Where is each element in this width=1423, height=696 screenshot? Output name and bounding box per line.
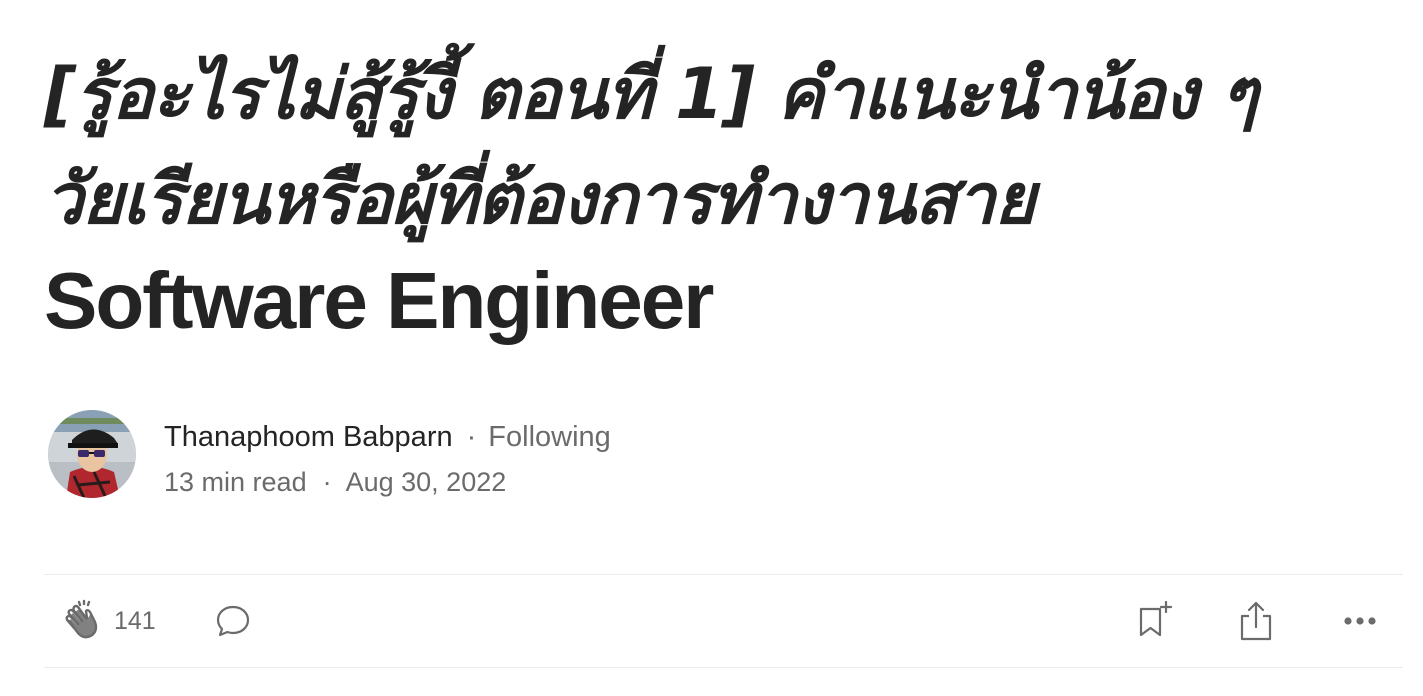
read-time: 13 min read [164,467,307,497]
author-meta: Thanaphoom Babparn · Following 13 min read… [164,418,611,500]
article-action-bar: 141 [44,575,1403,667]
share-icon [1237,599,1275,643]
author-line: Thanaphoom Babparn · Following [164,418,611,456]
more-icon [1342,615,1378,627]
bookmark-add-icon [1135,599,1175,643]
title-english-line: Software Engineer [44,256,714,345]
title-thai-line-1: [รู้อะไรไม่สู้รู้งี้ ตอนที่ 1] คำแนะนำน้… [44,53,1258,135]
author-name-link[interactable]: Thanaphoom Babparn [164,421,453,453]
avatar-image [48,410,136,498]
author-avatar[interactable] [48,410,136,498]
clap-count: 141 [114,606,156,635]
author-block: Thanaphoom Babparn · Following 13 min read… [48,410,948,500]
publish-date: Aug 30, 2022 [345,467,507,497]
read-info-line: 13 min read · Aug 30, 2022 [164,464,611,500]
comment-icon [214,602,252,640]
share-button[interactable] [1237,575,1275,667]
following-button[interactable]: Following [488,421,611,453]
more-options-button[interactable] [1342,575,1378,667]
save-bookmark-button[interactable] [1135,575,1175,667]
divider-bottom [44,667,1403,668]
clap-icon [62,599,102,643]
title-thai-line-2: วัยเรียนหรือผู้ที่ต้องการทำงานสาย [44,158,1035,240]
comment-button[interactable] [214,575,252,667]
clap-button[interactable]: 141 [62,575,156,667]
separator-dot: · [466,421,477,453]
separator-dot: · [322,467,332,497]
article-title: [รู้อะไรไม่สู้รู้งี้ ตอนที่ 1] คำแนะนำน้… [44,40,1404,351]
